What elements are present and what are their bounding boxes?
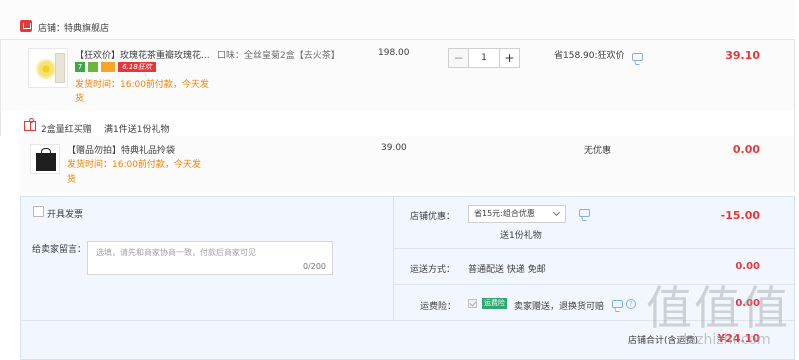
delivery-label: 运送方式： (410, 265, 456, 275)
chevron-down-icon (552, 208, 561, 217)
divider (394, 248, 795, 249)
message-label: 给卖家留言： (32, 245, 87, 255)
gift-shipping-note-cont: 货 (67, 175, 77, 185)
insurance-checkbox[interactable] (468, 299, 477, 308)
help-icon[interactable]: ? (626, 299, 636, 309)
product-flavor: 口味：全丝皇菊2盒【去火茶】 (217, 51, 340, 61)
store-icon (20, 20, 32, 32)
store-name-link[interactable]: 特典旗舰店 (64, 21, 109, 34)
quantity-decrease-button[interactable]: − (449, 49, 469, 67)
gift-promo-label: 2盒量红买赠 (41, 125, 92, 135)
gift-bag-image (36, 148, 56, 171)
badge-card-icon (101, 62, 115, 72)
store-coupon-label: 店铺优惠： (410, 212, 456, 222)
gift-promo-rule: 满1件送1份礼物 (104, 125, 170, 135)
divider (393, 196, 394, 320)
gift-icon (24, 118, 36, 131)
store-coupon-gift-note: 送1份礼物 (500, 231, 542, 241)
badge-guarantee-icon (88, 62, 98, 72)
message-placeholder: 选填，请先和商家协商一致，付款后商家可见 (96, 248, 256, 257)
badge-7day-icon: 7 (75, 62, 85, 72)
invoice-label: 开具发票 (47, 210, 84, 220)
store-coupon-select[interactable]: 省15元:组合优惠 (468, 205, 566, 223)
seller-message-input[interactable]: 选填，请先和商家协商一致，付款后商家可见 0/200 (87, 241, 333, 275)
flower-image (36, 59, 56, 79)
shipping-note-cont: 货 (75, 94, 85, 104)
shipping-note: 发货时间：16:00前付款，今天发 (75, 80, 209, 90)
product-badges: 7 6.18狂欢 (75, 62, 156, 72)
product-title-link[interactable]: 【狂欢价】玫瑰花茶重瓣玫瑰花... (75, 48, 211, 61)
gift-unit-price: 39.00 (381, 143, 407, 153)
quantity-increase-button[interactable]: + (499, 49, 519, 67)
insurance-tag: 运费险 (482, 298, 507, 309)
saving-note: 省158.90:狂欢价 (554, 51, 625, 61)
gift-shipping-note: 发货时间：16:00前付款，今天发 (67, 160, 201, 170)
store-label: 店铺： (38, 24, 66, 34)
gift-subtotal: 0.00 (732, 143, 760, 156)
store-coupon-selected: 省15元:组合优惠 (474, 209, 535, 218)
product-image[interactable] (28, 48, 68, 88)
unit-price: 198.00 (378, 48, 410, 58)
quantity-input[interactable]: 1 (469, 49, 499, 67)
insurance-label: 运费险： (420, 302, 457, 312)
store-header: 店铺： 特典旗舰店 (0, 0, 795, 40)
gift-discount-note: 无优惠 (584, 146, 612, 156)
message-counter: 0/200 (302, 262, 326, 271)
badge-618-icon: 6.18狂欢 (118, 62, 156, 72)
delivery-method[interactable]: 普通配送 快递 免邮 (468, 262, 546, 275)
product-subtotal: 39.10 (725, 49, 760, 62)
gift-image[interactable] (30, 144, 60, 174)
watermark-url: zhizhizhi.com (676, 332, 771, 348)
delivery-amount: 0.00 (735, 261, 760, 272)
tea-tin-image (55, 53, 65, 83)
chat-icon[interactable] (579, 209, 590, 217)
quantity-stepper: − 1 + (448, 48, 520, 68)
watermark-logo: 值值值 (646, 281, 790, 335)
chat-icon[interactable] (612, 300, 623, 308)
invoice-checkbox[interactable] (33, 206, 44, 217)
chat-icon[interactable] (632, 53, 643, 61)
insurance-description: 卖家赠送，退换货可赔 (514, 302, 605, 312)
store-coupon-amount: -15.00 (720, 209, 760, 222)
gift-title-link[interactable]: 【赠品勿拍】特典礼品拎袋 (67, 143, 175, 156)
